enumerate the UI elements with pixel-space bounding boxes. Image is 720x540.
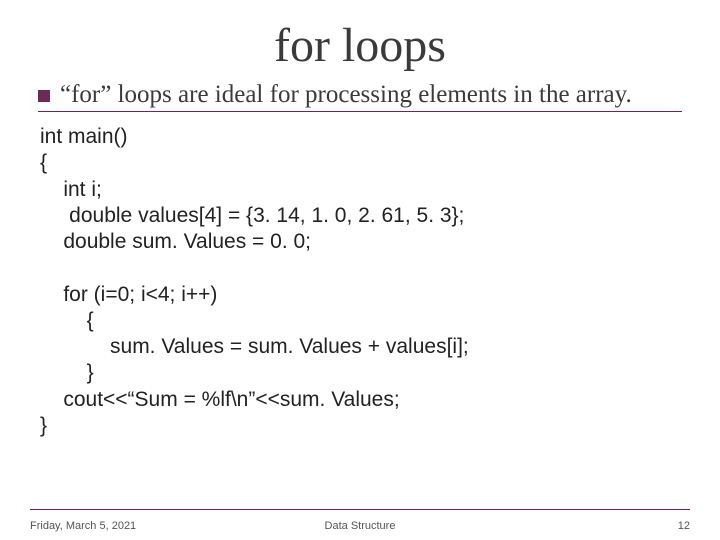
code-line: }: [40, 414, 47, 437]
slide-footer: Friday, March 5, 2021 Data Structure 12: [30, 520, 690, 532]
bullet-icon: [38, 90, 50, 102]
code-line: for (i=0; i<4; i++): [40, 283, 217, 306]
code-line: {: [40, 151, 47, 174]
footer-date: Friday, March 5, 2021: [30, 520, 136, 532]
code-line: sum. Values = sum. Values + values[i];: [40, 335, 469, 358]
slide-subtitle: “for” loops are ideal for processing ele…: [60, 81, 632, 109]
footer-divider: [30, 509, 690, 510]
slide: for loops “for” loops are ideal for proc…: [0, 0, 720, 540]
code-line: double values[4] = {3. 14, 1. 0, 2. 61, …: [40, 204, 464, 227]
footer-page-number: 12: [678, 520, 690, 532]
code-line: int i;: [40, 178, 102, 201]
code-line: {: [40, 309, 94, 332]
code-line: }: [40, 361, 94, 384]
subtitle-row: “for” loops are ideal for processing ele…: [38, 81, 682, 112]
code-line: int main(): [40, 125, 128, 148]
code-block: int main() { int i; double values[4] = {…: [38, 124, 682, 540]
code-line: double sum. Values = 0. 0;: [40, 230, 311, 253]
slide-title: for loops: [38, 18, 682, 73]
code-line: cout<<“Sum = %lf\n”<<sum. Values;: [40, 388, 400, 411]
